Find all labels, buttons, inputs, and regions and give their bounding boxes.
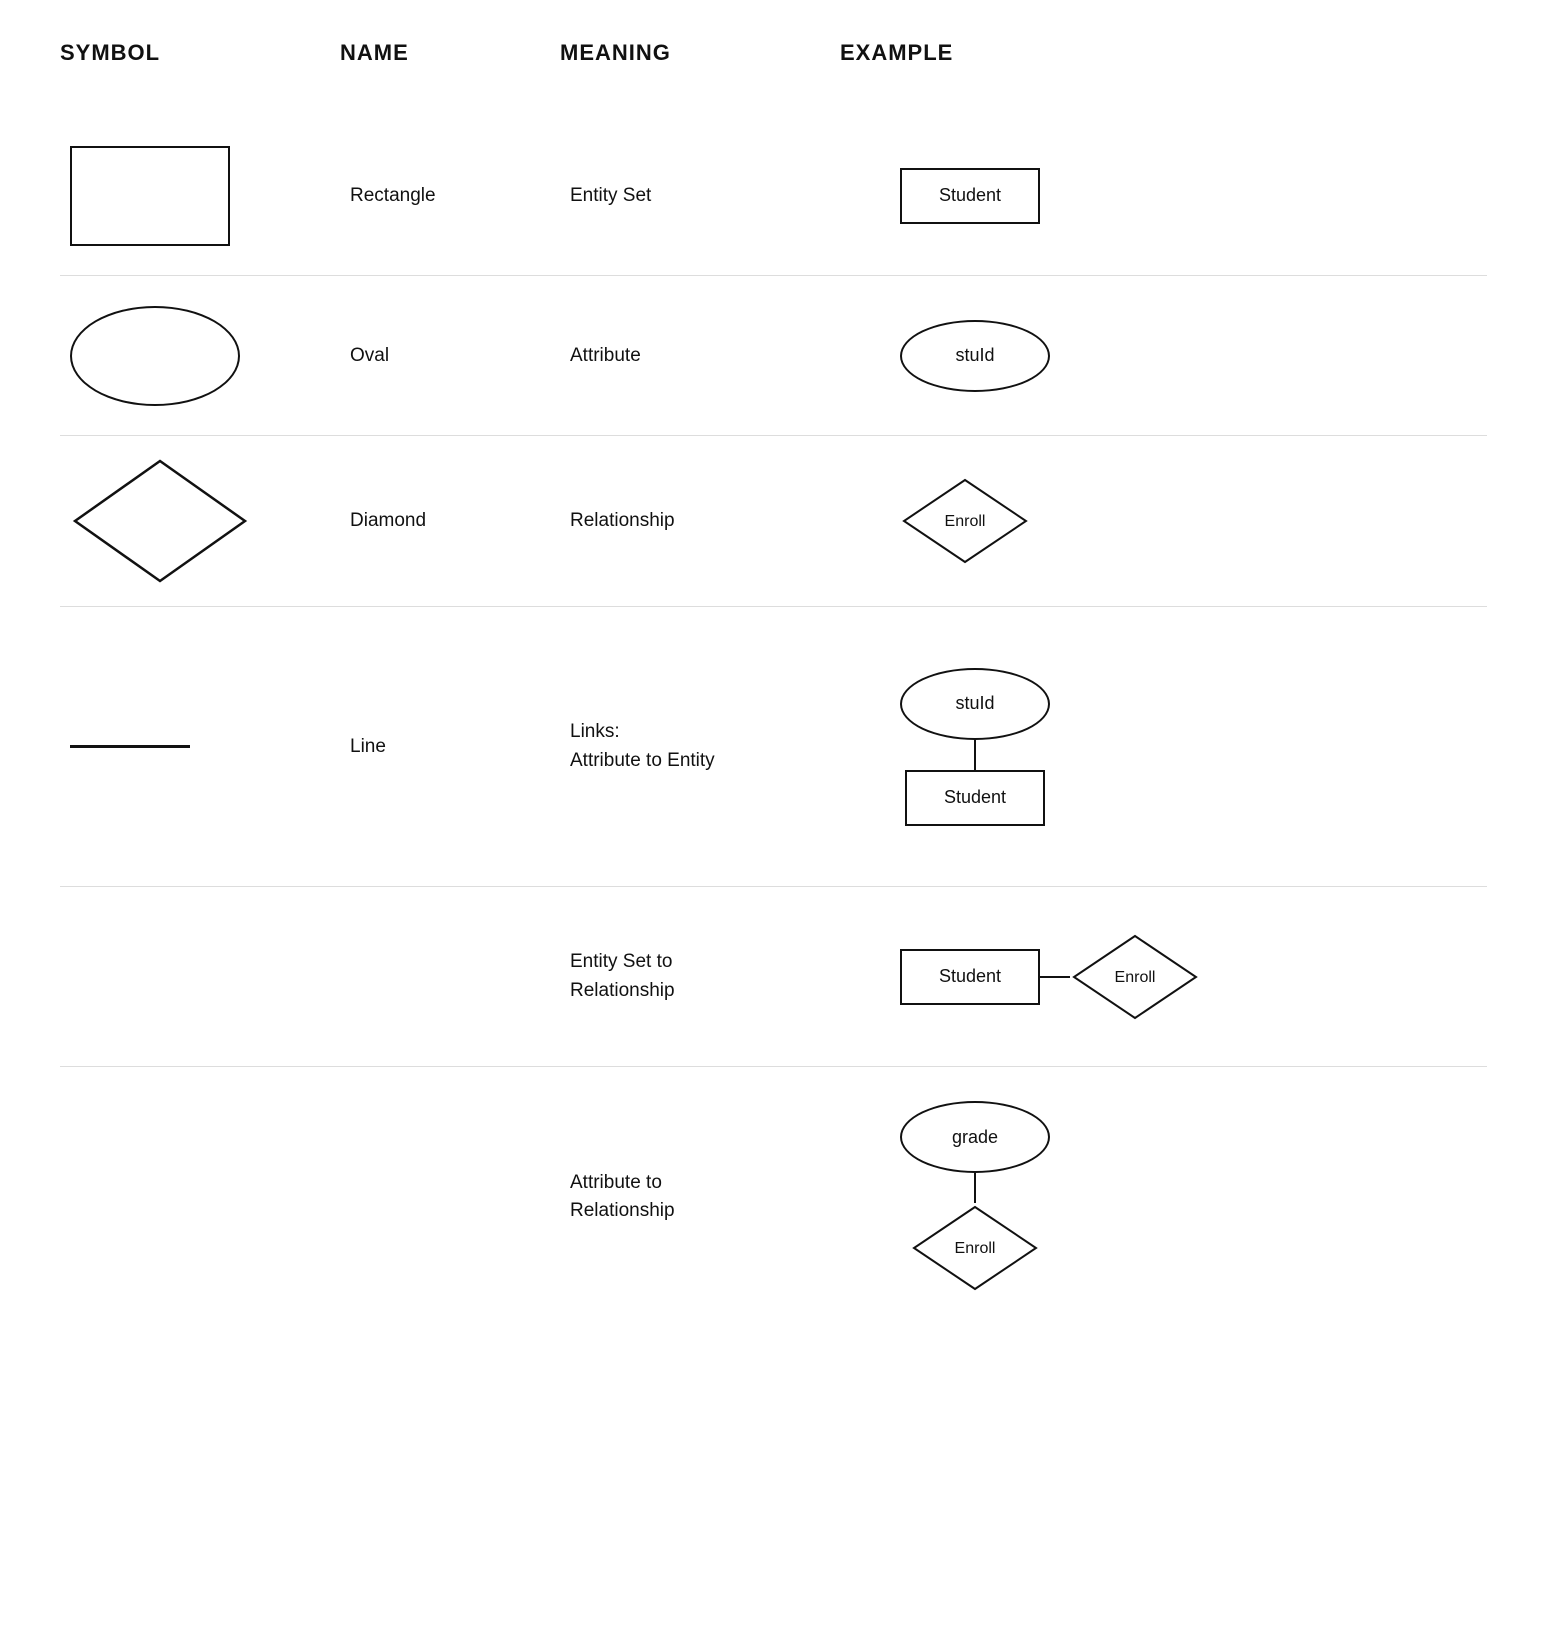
entity-rel-group: Student Enroll — [900, 932, 1200, 1022]
table-row: Rectangle Entity Set Student — [60, 116, 1487, 276]
header-name: NAME — [340, 40, 560, 66]
example-line: stuId Student — [840, 668, 1487, 826]
attr-rel-oval: grade — [900, 1101, 1050, 1173]
oval-shape — [70, 306, 240, 406]
page: SYMBOL NAME MEANING EXAMPLE Rectangle En… — [0, 0, 1547, 1367]
line-shape — [70, 745, 190, 748]
entity-rel-line — [1040, 976, 1070, 978]
example-rectangle: Student — [840, 168, 1487, 224]
attr-rel-connector — [974, 1173, 976, 1203]
example-oval: stuId — [840, 320, 1487, 392]
entity-rel-diamond: Enroll — [1070, 932, 1200, 1022]
meaning-attr-rel: Attribute to Relationship — [560, 1169, 840, 1226]
table-row: Line Links: Attribute to Entity stuId St… — [60, 607, 1487, 887]
header-example: EXAMPLE — [840, 40, 1487, 66]
table-row: Entity Set to Relationship Student Enrol… — [60, 887, 1487, 1067]
table-row: Diamond Relationship Enroll — [60, 436, 1487, 607]
header-meaning: MEANING — [560, 40, 840, 66]
svg-text:Enroll: Enroll — [945, 513, 986, 530]
example-rect-shape: Student — [900, 168, 1040, 224]
symbol-oval — [60, 306, 340, 406]
line-example-oval: stuId — [900, 668, 1050, 740]
svg-text:Enroll: Enroll — [1115, 969, 1156, 986]
name-rectangle: Rectangle — [340, 185, 560, 207]
example-diamond: Enroll — [840, 476, 1487, 566]
line-example-connector — [974, 740, 976, 770]
example-diamond-shape: Enroll — [900, 476, 1030, 566]
example-oval-shape: stuId — [900, 320, 1050, 392]
diamond-shape-symbol — [70, 456, 250, 586]
meaning-entity-rel: Entity Set to Relationship — [560, 948, 840, 1005]
line-example-rect: Student — [905, 770, 1045, 826]
table-row: Attribute to Relationship grade Enroll — [60, 1067, 1487, 1327]
name-oval: Oval — [340, 345, 560, 367]
example-entity-rel: Student Enroll — [840, 932, 1487, 1022]
example-attr-rel: grade Enroll — [840, 1101, 1487, 1293]
meaning-oval: Attribute — [560, 345, 840, 367]
table-header: SYMBOL NAME MEANING EXAMPLE — [60, 40, 1487, 86]
line-example-group: stuId Student — [900, 668, 1050, 826]
symbol-diamond — [60, 456, 340, 586]
attr-rel-diamond: Enroll — [910, 1203, 1040, 1293]
meaning-rectangle: Entity Set — [560, 185, 840, 207]
meaning-diamond: Relationship — [560, 510, 840, 532]
meaning-line: Links: Attribute to Entity — [560, 718, 840, 775]
attr-rel-group: grade Enroll — [900, 1101, 1050, 1293]
entity-rel-rect: Student — [900, 949, 1040, 1005]
name-diamond: Diamond — [340, 510, 560, 532]
svg-text:Enroll: Enroll — [955, 1240, 996, 1257]
header-symbol: SYMBOL — [60, 40, 340, 66]
rectangle-shape — [70, 146, 230, 246]
symbol-rectangle — [60, 146, 340, 246]
table-row: Oval Attribute stuId — [60, 276, 1487, 436]
symbol-line — [60, 745, 340, 748]
name-line: Line — [340, 736, 560, 758]
